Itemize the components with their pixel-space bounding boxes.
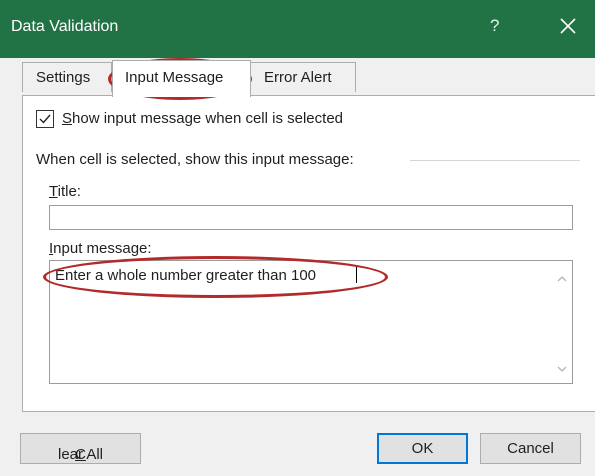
input-message-label: Input message: — [49, 240, 152, 257]
tab-error-alert[interactable]: Error Alert — [251, 63, 355, 91]
ok-label: OK — [411, 440, 434, 457]
checkmark-icon — [39, 114, 51, 124]
chevron-up-icon — [557, 276, 567, 282]
tab-input-message-label: Input Message — [125, 69, 224, 86]
section-divider — [410, 160, 580, 161]
dialog-title: Data Validation — [11, 18, 119, 35]
close-icon — [560, 18, 576, 34]
title-input[interactable] — [49, 205, 573, 230]
scroll-down-button[interactable] — [555, 362, 569, 376]
chevron-down-icon — [557, 366, 567, 372]
clear-all-button[interactable]: Clear All — [20, 433, 141, 464]
title-field-label: Title: — [49, 183, 81, 200]
cancel-button[interactable]: Cancel — [480, 433, 581, 464]
show-input-message-label[interactable]: Show input message when cell is selected — [62, 110, 343, 127]
ok-button[interactable]: OK — [377, 433, 468, 464]
tab-error-alert-label: Error Alert — [264, 69, 332, 86]
section-heading: When cell is selected, show this input m… — [36, 151, 354, 168]
dialog-titlebar: Data Validation ? — [0, 0, 595, 58]
cancel-label: Cancel — [507, 440, 554, 457]
tab-settings-label: Settings — [36, 69, 91, 86]
help-button[interactable]: ? — [490, 16, 499, 36]
text-caret — [356, 265, 357, 283]
tab-settings[interactable]: Settings — [22, 63, 110, 91]
show-input-message-checkbox[interactable] — [36, 110, 54, 128]
tab-input-message[interactable]: Input Message — [112, 60, 251, 97]
input-message-text: Enter a whole number greater than 100 — [55, 267, 316, 284]
scroll-up-button[interactable] — [555, 272, 569, 286]
close-button[interactable] — [553, 11, 583, 41]
